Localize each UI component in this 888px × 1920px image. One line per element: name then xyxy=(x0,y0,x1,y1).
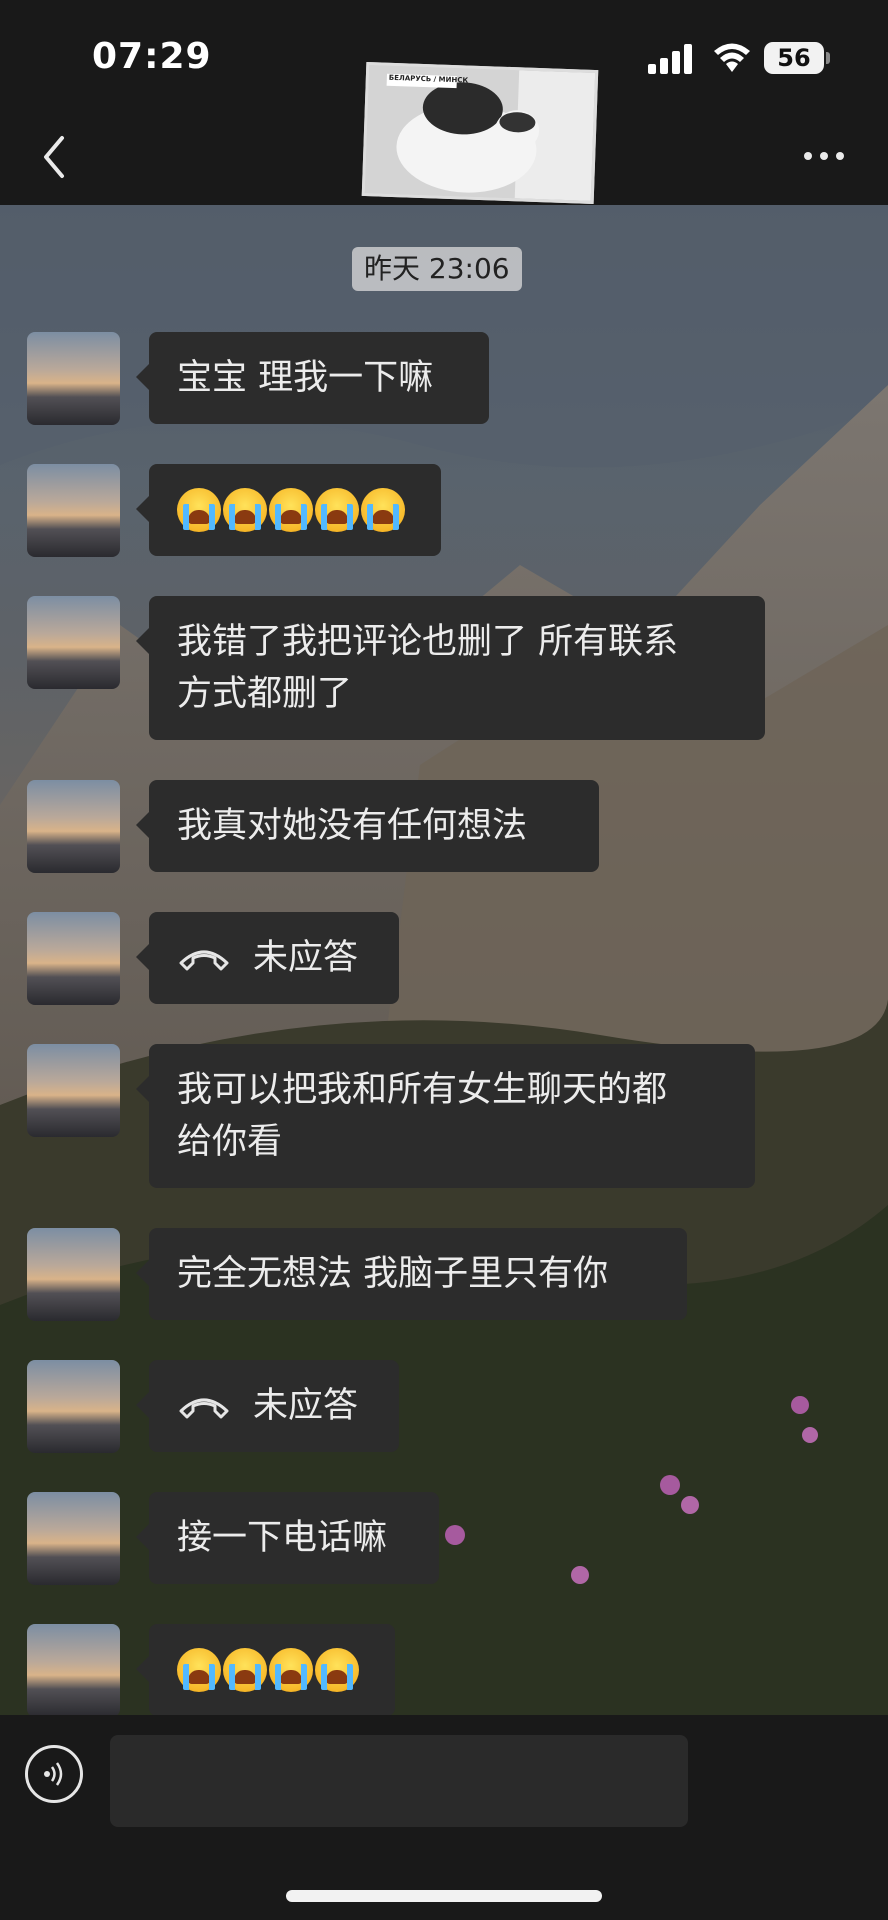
crying-face-emoji-icon xyxy=(315,488,359,532)
message-text: 接一下电话嘛 xyxy=(177,1518,388,1558)
message-bubble[interactable]: 我真对她没有任何想法 xyxy=(136,780,599,872)
call-status-text: 未应答 xyxy=(253,1386,359,1426)
status-time: 07:29 xyxy=(92,36,212,77)
call-status-text: 未应答 xyxy=(253,938,359,978)
contact-avatar[interactable] xyxy=(27,1044,120,1137)
battery-tip-icon xyxy=(826,52,830,64)
contact-avatar[interactable] xyxy=(27,332,120,425)
message-text: 宝宝 理我一下嘛 xyxy=(177,358,434,398)
message-text-line: 我错了我把评论也删了 所有联系 xyxy=(177,622,679,662)
contact-avatar[interactable] xyxy=(27,1360,120,1453)
message-bubble[interactable]: 宝宝 理我一下嘛 xyxy=(136,332,489,424)
message-bubble[interactable]: 我可以把我和所有女生聊天的都 给你看 xyxy=(136,1044,755,1188)
crying-face-emoji-icon xyxy=(223,488,267,532)
contact-avatar[interactable] xyxy=(27,1624,120,1717)
home-indicator[interactable] xyxy=(286,1890,602,1902)
contact-avatar[interactable] xyxy=(27,1492,120,1585)
message-text-line: 给你看 xyxy=(177,1122,283,1162)
crying-face-emoji-icon xyxy=(269,1648,313,1692)
phone-hangup-icon xyxy=(179,950,229,971)
message-timestamp: 昨天 23:06 xyxy=(352,247,522,291)
contact-avatar[interactable] xyxy=(27,464,120,557)
message-input[interactable] xyxy=(110,1735,688,1827)
voice-wave-icon xyxy=(44,1762,63,1786)
missed-call-bubble[interactable]: 未应答 xyxy=(136,1360,399,1452)
cellular-signal-icon xyxy=(648,44,692,74)
crying-face-emoji-icon xyxy=(315,1648,359,1692)
crying-face-emoji-icon xyxy=(177,1648,221,1692)
contact-avatar[interactable] xyxy=(27,1228,120,1321)
message-text-line: 方式都删了 xyxy=(177,674,353,714)
message-bubble[interactable] xyxy=(136,1624,395,1716)
chat-nav-bar: БЕЛАРУСЬ / МИНСК xyxy=(0,61,888,205)
contact-avatar[interactable] xyxy=(27,596,120,689)
message-text-line: 我可以把我和所有女生聊天的都 xyxy=(177,1070,668,1110)
header-cat-sticker: БЕЛАРУСЬ / МИНСК xyxy=(361,61,599,205)
crying-face-emoji-icon xyxy=(177,488,221,532)
message-text: 完全无想法 我脑子里只有你 xyxy=(177,1254,609,1294)
message-bubble[interactable]: 完全无想法 我脑子里只有你 xyxy=(136,1228,687,1320)
contact-avatar[interactable] xyxy=(27,912,120,1005)
crying-face-emoji-icon xyxy=(223,1648,267,1692)
crying-face-emoji-icon xyxy=(269,488,313,532)
message-bubble[interactable] xyxy=(136,464,441,556)
chat-background-image xyxy=(0,205,888,1715)
phone-hangup-icon xyxy=(179,1398,229,1419)
crying-face-emoji-icon xyxy=(361,488,405,532)
contact-avatar[interactable] xyxy=(27,780,120,873)
message-bubble[interactable]: 我错了我把评论也删了 所有联系 方式都删了 xyxy=(136,596,765,740)
more-options-icon[interactable] xyxy=(800,146,848,166)
back-chevron-icon[interactable] xyxy=(36,132,72,182)
battery-indicator: 56 xyxy=(764,42,824,74)
missed-call-bubble[interactable]: 未应答 xyxy=(136,912,399,1004)
wifi-icon xyxy=(714,43,750,72)
voice-input-button[interactable] xyxy=(25,1745,83,1803)
message-text: 我真对她没有任何想法 xyxy=(177,806,528,846)
message-bubble[interactable]: 接一下电话嘛 xyxy=(136,1492,439,1584)
